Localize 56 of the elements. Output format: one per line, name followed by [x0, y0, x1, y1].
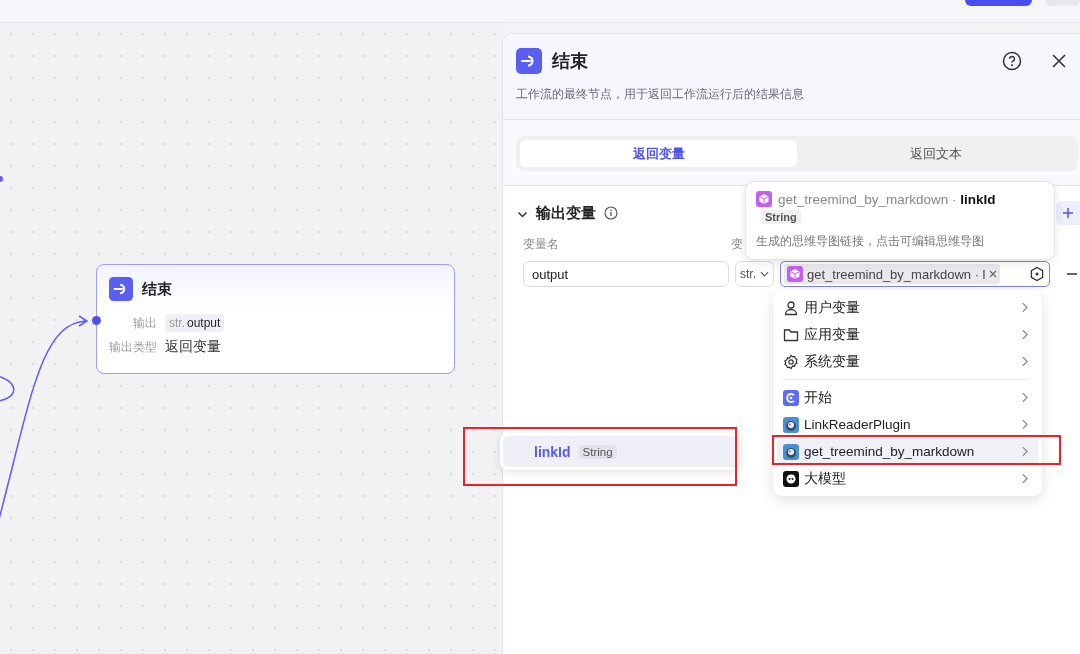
- tab[interactable]: 返回文本: [797, 140, 1074, 167]
- menu-item[interactable]: 系统变量: [777, 348, 1038, 375]
- chevron-right-icon: [1021, 356, 1028, 367]
- chevron-right-icon: [1021, 329, 1028, 340]
- menu-item[interactable]: 应用变量: [777, 321, 1038, 348]
- help-icon[interactable]: [1002, 51, 1022, 71]
- end-node-icon: [109, 277, 133, 301]
- type-select[interactable]: str.: [735, 261, 774, 287]
- chevron-right-icon: [1021, 446, 1028, 457]
- section-title: 输出变量: [536, 203, 596, 223]
- node-title: 结束: [142, 279, 172, 299]
- close-icon[interactable]: [1052, 54, 1066, 68]
- tooltip-description: 生成的思维导图链接，点击可编辑思维导图: [756, 233, 985, 250]
- chevron-right-icon: [1021, 392, 1028, 403]
- menu-item[interactable]: 大模型: [777, 465, 1038, 492]
- plus-icon: [1062, 207, 1074, 219]
- panel-description: 工作流的最终节点，用于返回工作流运行后的结果信息: [516, 86, 805, 103]
- toolbar-button[interactable]: [965, 0, 1032, 6]
- menu-item[interactable]: LinkReaderPlugin: [777, 411, 1038, 438]
- variable-tag: str. output: [165, 314, 225, 332]
- tooltip-title: get_treemind_by_markdown · linkId: [778, 191, 996, 207]
- plugin-icon: [783, 443, 799, 460]
- panel-title: 结束: [552, 50, 589, 73]
- cube-icon: [787, 266, 803, 282]
- field-label: 输出类型: [109, 338, 157, 356]
- model-icon: [783, 470, 799, 487]
- variable-name-field[interactable]: output: [523, 261, 729, 287]
- column-header: 变: [731, 236, 743, 253]
- info-icon[interactable]: [604, 206, 618, 220]
- chevron-right-icon: [1021, 419, 1028, 430]
- end-node-icon: [516, 48, 542, 74]
- plugin-icon: [783, 416, 799, 433]
- menu-item[interactable]: get_treemind_by_markdown: [777, 438, 1038, 465]
- chevron-down-icon: [760, 269, 769, 279]
- type-tag: String: [761, 210, 801, 224]
- reference-field[interactable]: get_treemind_by_markdown · l: [780, 261, 1050, 287]
- chevron-right-icon: [1021, 302, 1028, 313]
- tab[interactable]: 返回变量: [520, 140, 797, 167]
- gear-icon: [783, 353, 799, 370]
- clear-icon[interactable]: [989, 270, 998, 278]
- user-icon: [783, 299, 799, 316]
- menu-item[interactable]: 用户变量: [777, 294, 1038, 321]
- cube-icon: [756, 191, 772, 207]
- field-label: 输出: [132, 314, 157, 332]
- variable-picker-icon[interactable]: [1029, 266, 1045, 282]
- menu-item[interactable]: 开始: [777, 384, 1038, 411]
- port-dot: [92, 316, 101, 325]
- submenu-item[interactable]: linkId String: [503, 436, 740, 467]
- column-header: 变量名: [523, 236, 560, 253]
- field-value: 返回变量: [165, 338, 221, 356]
- chevron-right-icon: [1021, 473, 1028, 484]
- folder-icon: [783, 326, 799, 343]
- add-button[interactable]: [1056, 201, 1080, 225]
- reference-chip: get_treemind_by_markdown · l: [784, 264, 1001, 284]
- start-node-icon: [783, 389, 799, 406]
- connector-line: [0, 375, 15, 402]
